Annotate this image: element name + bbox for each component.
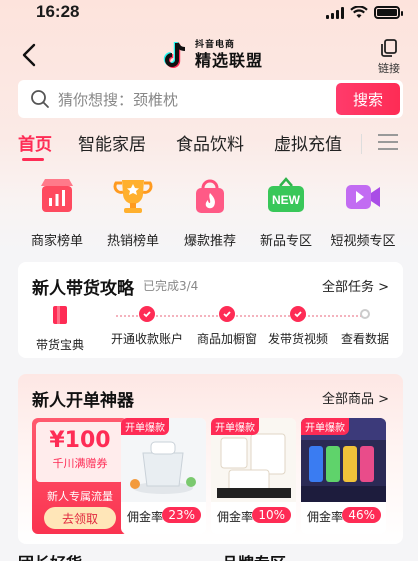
step-item[interactable]: 开通收款账户 — [107, 306, 187, 347]
search-input[interactable]: 猜你想搜：颈椎枕 — [58, 89, 336, 110]
category-new-arrivals[interactable]: NEW 新品专区 — [248, 176, 324, 249]
pending-dot-icon — [360, 309, 370, 319]
tab-home[interactable]: 首页 — [18, 130, 52, 155]
new-icon: NEW — [268, 177, 304, 212]
product-card[interactable]: 开单爆款 佣金率 46% — [301, 418, 386, 534]
step-label: 商品加橱窗 — [196, 332, 257, 346]
product-card[interactable]: 开单爆款 佣金率 23% — [121, 418, 206, 534]
category-grid: 商家榜单 热销榜单 爆款推荐 NEW 新品专区 短视频专区 — [0, 176, 418, 252]
newbie-guide-card: 新人带货攻略 已完成3/4 全部任务 > 带货宝典 开通收款账户 商品加橱窗 发… — [18, 262, 403, 358]
product-tag: 开单爆款 — [211, 418, 259, 435]
coupon-card[interactable]: ¥100 千川满赠券 新人专属流量 去领取 — [32, 418, 128, 534]
coupon-description: 新人专属流量 — [47, 490, 113, 503]
shop-ranking-icon — [41, 179, 73, 212]
tab-smart-home[interactable]: 智能家居 — [78, 130, 146, 155]
status-bar: 16:28 — [0, 0, 418, 30]
category-tabs: 首页 智能家居 食品饮料 虚拟充值 — [0, 124, 418, 164]
section-title-team-goods: 团长好货 — [18, 550, 82, 561]
step-label: 查看数据 — [340, 332, 389, 346]
commission-label: 佣金率 — [307, 510, 344, 524]
svg-text:NEW: NEW — [272, 193, 301, 207]
product-tag: 开单爆款 — [121, 418, 169, 435]
coupon-condition: 千川满赠券 — [52, 457, 108, 470]
newbie-products-card: 新人开单神器 全部商品 > ¥100 千川满赠券 新人专属流量 去领取 开单爆款… — [18, 374, 403, 544]
commission-rate: 10% — [252, 507, 291, 523]
step-item[interactable]: 查看数据 — [325, 306, 405, 347]
category-label: 新品专区 — [259, 234, 312, 249]
hot-bag-icon — [196, 179, 224, 213]
battery-icon — [374, 6, 403, 19]
coupon-amount: ¥100 — [49, 428, 111, 453]
step-label: 开通收款账户 — [110, 332, 183, 346]
product-card[interactable]: 开单爆款 佣金率 10% — [211, 418, 296, 534]
douyin-logo-icon — [163, 42, 186, 68]
tab-food-drinks[interactable]: 食品饮料 — [176, 130, 244, 155]
product-tag: 开单爆款 — [301, 418, 349, 435]
guide-progress: 已完成3/4 — [143, 279, 199, 293]
menu-icon[interactable] — [378, 134, 400, 154]
commission-rate: 46% — [342, 507, 381, 523]
commission-label: 佣金率 — [127, 510, 164, 524]
category-hot-ranking[interactable]: 热销榜单 — [95, 176, 171, 249]
back-button[interactable] — [16, 40, 46, 70]
step-item[interactable]: 商品加橱窗 — [187, 306, 267, 347]
brand-logo: 抖音电商 精选联盟 — [163, 40, 263, 70]
handbook-entry[interactable]: 带货宝典 — [30, 304, 90, 353]
brand-title: 精选联盟 — [195, 51, 264, 70]
search-button[interactable]: 搜索 — [336, 83, 400, 115]
check-icon — [290, 306, 306, 322]
section-title-brand-zone: 品牌专区 — [222, 550, 286, 561]
category-label: 热销榜单 — [106, 234, 159, 249]
category-label: 短视频专区 — [330, 234, 396, 249]
commission-rate: 23% — [162, 507, 201, 523]
nav-bar: 抖音电商 精选联盟 链接 — [0, 34, 418, 78]
status-time: 16:28 — [36, 2, 80, 21]
video-icon — [346, 185, 380, 209]
tab-virtual-recharge[interactable]: 虚拟充值 — [274, 130, 342, 155]
signal-icon — [326, 6, 344, 19]
check-icon — [139, 306, 155, 322]
handbook-label: 带货宝典 — [35, 338, 84, 352]
tab-active-indicator — [22, 158, 44, 161]
trophy-icon — [113, 180, 153, 213]
all-tasks-link[interactable]: 全部任务 > — [322, 276, 389, 295]
status-icons — [326, 6, 403, 19]
search-bar[interactable]: 猜你想搜：颈椎枕 搜索 — [18, 80, 403, 118]
book-icon — [53, 306, 67, 324]
tab-divider — [361, 134, 362, 154]
guide-title: 新人带货攻略 — [32, 279, 134, 299]
category-label: 爆款推荐 — [183, 234, 236, 249]
chevron-left-icon — [22, 43, 36, 67]
category-shop-ranking[interactable]: 商家榜单 — [19, 176, 95, 249]
link-label: 链接 — [378, 62, 400, 75]
category-label: 商家榜单 — [30, 234, 83, 249]
category-short-video[interactable]: 短视频专区 — [325, 176, 401, 249]
check-icon — [219, 306, 235, 322]
brand-subtitle: 抖音电商 — [195, 40, 236, 50]
search-icon — [31, 90, 49, 108]
newbie-title: 新人开单神器 — [32, 391, 134, 411]
link-button[interactable]: 链接 — [378, 38, 400, 76]
all-products-link[interactable]: 全部商品 > — [322, 388, 389, 407]
claim-coupon-button[interactable]: 去领取 — [44, 507, 116, 529]
wifi-icon — [350, 6, 368, 18]
copy-link-icon — [381, 39, 397, 57]
category-hot-picks[interactable]: 爆款推荐 — [172, 176, 248, 249]
commission-label: 佣金率 — [217, 510, 254, 524]
coupon-face: ¥100 千川满赠券 — [36, 422, 124, 482]
